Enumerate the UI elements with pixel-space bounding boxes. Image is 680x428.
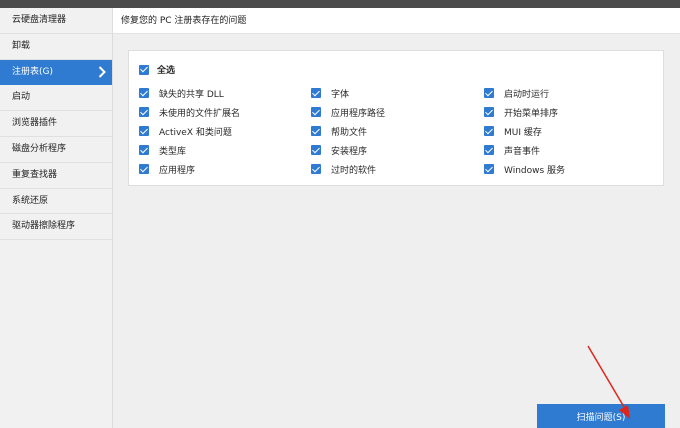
- sidebar-item-startup[interactable]: 启动: [0, 85, 112, 112]
- option-application-paths[interactable]: 应用程序路径: [311, 106, 386, 119]
- option-sound-events[interactable]: 声音事件: [484, 144, 541, 157]
- checkbox-checked-icon: [139, 107, 149, 117]
- checkbox-checked-icon: [311, 145, 321, 155]
- sidebar-item-label: 浏览器插件: [12, 118, 58, 129]
- option-obsolete-software[interactable]: 过时的软件: [311, 163, 377, 176]
- option-label: ActiveX 和类问题: [159, 127, 232, 138]
- sidebar-item-label: 云硬盘清理器: [12, 15, 67, 25]
- option-label: 帮助文件: [331, 127, 368, 138]
- main-content: 修复您的 PC 注册表存在的问题 全选 缺失的共享 DLL 字体 启动时运行 未…: [113, 8, 680, 428]
- select-all-label: 全选: [157, 66, 176, 76]
- sidebar-item-system-restore[interactable]: 系统还原: [0, 189, 112, 215]
- chevron-right-icon: [98, 60, 106, 85]
- checkbox-checked-icon: [139, 164, 149, 174]
- page-title: 修复您的 PC 注册表存在的问题: [113, 8, 680, 34]
- title-bar: [0, 0, 680, 8]
- sidebar-item-label: 注册表(G): [12, 66, 53, 77]
- select-all-checkbox[interactable]: 全选: [139, 63, 175, 76]
- option-installers[interactable]: 安装程序: [311, 144, 368, 157]
- sidebar-item-drive-wiper[interactable]: 驱动器擦除程序: [0, 214, 112, 241]
- option-label: 过时的软件: [331, 165, 377, 176]
- option-mui-cache[interactable]: MUI 缓存: [484, 125, 542, 138]
- option-label: 未使用的文件扩展名: [159, 108, 241, 119]
- sidebar: 云硬盘清理器 卸载 注册表(G) 启动 浏览器插件 磁盘分析程序 重复查找器 系…: [0, 8, 113, 428]
- option-type-libraries[interactable]: 类型库: [139, 144, 187, 157]
- option-label: 字体: [331, 89, 350, 100]
- option-label: Windows 服务: [504, 165, 566, 176]
- checkbox-checked-icon: [139, 126, 149, 136]
- checkbox-checked-icon: [311, 126, 321, 136]
- sidebar-item-uninstall[interactable]: 卸载: [0, 34, 112, 60]
- option-label: 应用程序路径: [331, 108, 386, 119]
- option-start-menu-ordering[interactable]: 开始菜单排序: [484, 106, 559, 119]
- option-help-files[interactable]: 帮助文件: [311, 125, 368, 138]
- sidebar-item-label: 卸载: [12, 40, 31, 51]
- checkbox-checked-icon: [311, 107, 321, 117]
- option-label: 类型库: [159, 146, 187, 157]
- checkbox-checked-icon: [484, 164, 494, 174]
- sidebar-item-label: 系统还原: [12, 195, 49, 206]
- checkbox-checked-icon: [484, 88, 494, 98]
- checkbox-checked-icon: [139, 88, 149, 98]
- sidebar-item-registry[interactable]: 注册表(G): [0, 59, 112, 86]
- checkbox-checked-icon: [484, 145, 494, 155]
- checkbox-checked-icon: [311, 164, 321, 174]
- option-label: 缺失的共享 DLL: [159, 89, 224, 100]
- option-label: 应用程序: [159, 165, 196, 176]
- sidebar-item-label: 启动: [12, 92, 31, 103]
- checkbox-checked-icon: [484, 126, 494, 136]
- option-activex-class-issues[interactable]: ActiveX 和类问题: [139, 125, 232, 138]
- scan-issues-button[interactable]: 扫描问题(S): [537, 404, 665, 428]
- option-label: 启动时运行: [504, 89, 550, 100]
- option-missing-shared-dll[interactable]: 缺失的共享 DLL: [139, 87, 224, 100]
- sidebar-item-label: 驱动器擦除程序: [12, 221, 76, 232]
- option-unused-file-extensions[interactable]: 未使用的文件扩展名: [139, 106, 241, 119]
- sidebar-item-label: 重复查找器: [12, 169, 58, 180]
- checkbox-checked-icon: [139, 145, 149, 155]
- registry-options-panel: 全选 缺失的共享 DLL 字体 启动时运行 未使用的文件扩展名 应用程序路径 开…: [128, 50, 664, 186]
- sidebar-item-duplicate-finder[interactable]: 重复查找器: [0, 163, 112, 189]
- option-label: 安装程序: [331, 146, 368, 157]
- sidebar-item-browser-plugins[interactable]: 浏览器插件: [0, 111, 112, 137]
- option-applications[interactable]: 应用程序: [139, 163, 196, 176]
- option-run-at-startup[interactable]: 启动时运行: [484, 87, 550, 100]
- option-label: 开始菜单排序: [504, 108, 559, 119]
- checkbox-checked-icon: [311, 88, 321, 98]
- sidebar-item-label: 磁盘分析程序: [12, 143, 67, 154]
- sidebar-item-cloud-cleaner[interactable]: 云硬盘清理器: [0, 8, 112, 34]
- sidebar-item-disk-analyzer[interactable]: 磁盘分析程序: [0, 137, 112, 163]
- checkbox-checked-icon: [139, 64, 149, 75]
- option-fonts[interactable]: 字体: [311, 87, 350, 100]
- option-label: MUI 缓存: [504, 127, 542, 138]
- checkbox-checked-icon: [484, 107, 494, 117]
- option-windows-services[interactable]: Windows 服务: [484, 163, 566, 176]
- option-label: 声音事件: [504, 146, 541, 157]
